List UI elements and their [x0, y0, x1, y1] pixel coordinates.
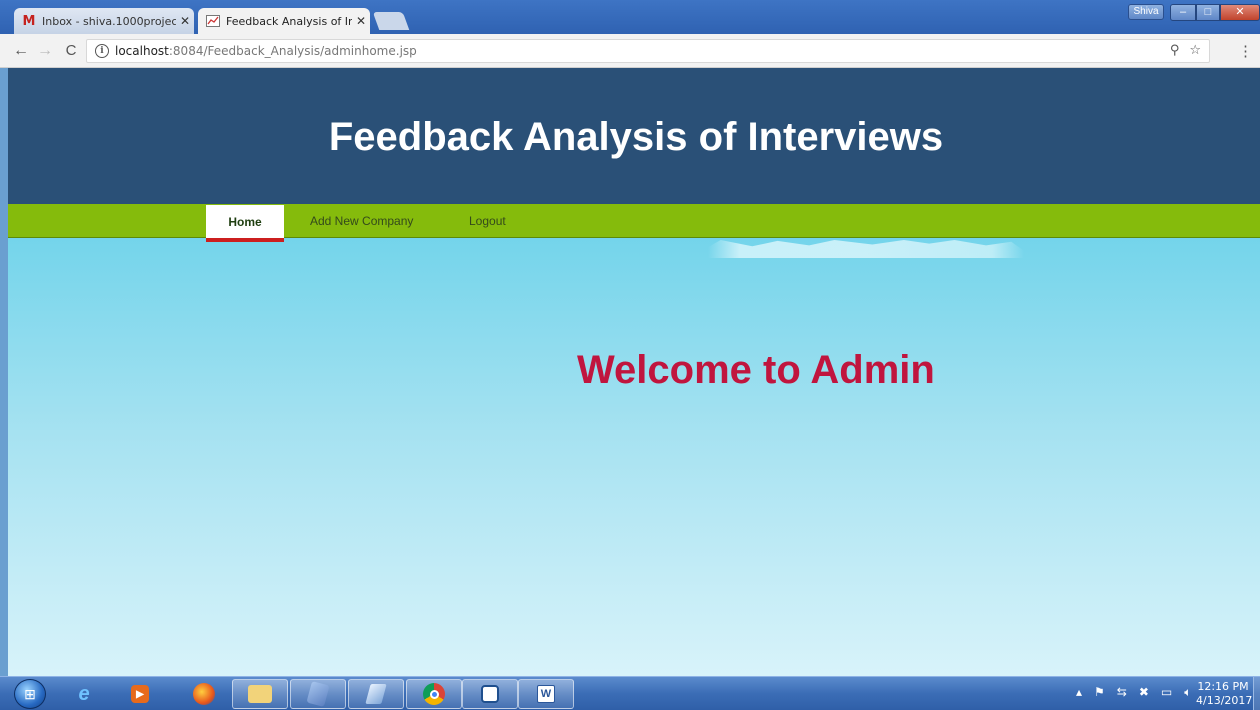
- nav-add-new-company[interactable]: Add New Company: [310, 204, 413, 238]
- file-explorer-icon[interactable]: [232, 679, 288, 709]
- show-desktop-button[interactable]: [1253, 677, 1260, 710]
- nav-logout[interactable]: Logout: [469, 204, 506, 238]
- site-title: Feedback Analysis of Interviews: [328, 115, 944, 159]
- clock-time: 12:16 PM: [1197, 680, 1249, 693]
- close-icon[interactable]: ✕: [176, 14, 194, 28]
- star-bookmark-icon[interactable]: ☆: [1189, 43, 1201, 58]
- web-page: Feedback Analysis of Interviews Home Add…: [8, 68, 1260, 676]
- monitor-icon[interactable]: ▭: [1161, 685, 1172, 700]
- key-icon[interactable]: ⚲: [1170, 43, 1180, 58]
- back-arrow-icon[interactable]: ←: [12, 41, 30, 61]
- windows-start-button[interactable]: ⊞: [14, 679, 46, 709]
- tab-gmail[interactable]: M Inbox - shiva.1000projec ✕: [14, 8, 194, 34]
- page-icon: [206, 15, 220, 27]
- system-tray: ▴ ⚑ ⇆ ✖ ▭ 🔈︎: [1076, 685, 1191, 700]
- browser-toolbar: ← → C i localhost:8084/Feedback_Analysis…: [0, 34, 1260, 68]
- media-player-icon[interactable]: ▶: [112, 679, 168, 709]
- cloud-decoration: [708, 240, 1024, 258]
- close-icon[interactable]: ✕: [352, 14, 370, 28]
- taskbar: ⊞ e ▶ W ▴ ⚑ ⇆ ✖ ▭ 🔈︎ 12:16 PM 4/13/2017: [0, 676, 1260, 710]
- internet-explorer-icon[interactable]: e: [56, 679, 112, 709]
- netbeans-icon[interactable]: [290, 679, 346, 709]
- action-center-flag-icon[interactable]: ⚑: [1094, 685, 1105, 700]
- clock-date: 4/13/2017: [1196, 694, 1253, 707]
- welcome-heading: Welcome to Admin: [577, 348, 935, 392]
- tab-title: Inbox - shiva.1000projec: [42, 14, 176, 28]
- info-icon[interactable]: i: [95, 44, 109, 58]
- nav-home[interactable]: Home: [206, 205, 284, 242]
- taskbar-clock[interactable]: 12:16 PM 4/13/2017: [1196, 680, 1253, 708]
- window-close-button[interactable]: ✕: [1220, 4, 1260, 21]
- address-bar[interactable]: i localhost:8084/Feedback_Analysis/admin…: [86, 39, 1210, 63]
- security-shield-icon[interactable]: ✖: [1139, 685, 1149, 700]
- minimize-button[interactable]: –: [1170, 4, 1196, 21]
- reload-icon[interactable]: C: [62, 41, 80, 61]
- url-text: localhost:8084/Feedback_Analysis/adminho…: [115, 44, 417, 58]
- tab-title: Feedback Analysis of Inte: [226, 14, 352, 28]
- new-tab-button[interactable]: [372, 12, 410, 30]
- word-icon[interactable]: W: [518, 679, 574, 709]
- browser-tab-strip: M Inbox - shiva.1000projec ✕ Feedback An…: [0, 0, 1260, 34]
- show-hidden-icons-icon[interactable]: ▴: [1076, 685, 1082, 700]
- virtualbox-icon[interactable]: [462, 679, 518, 709]
- tab-feedback-analysis[interactable]: Feedback Analysis of Inte ✕: [198, 8, 370, 34]
- forward-arrow-icon[interactable]: →: [36, 41, 54, 61]
- maximize-button[interactable]: □: [1196, 4, 1220, 21]
- network-icon[interactable]: ⇆: [1117, 685, 1127, 700]
- site-nav-bar: Home Add New Company Logout: [8, 204, 1260, 242]
- firefox-icon[interactable]: [176, 679, 232, 709]
- gmail-icon: M: [22, 13, 36, 29]
- url-host: localhost: [115, 44, 169, 58]
- volume-icon[interactable]: 🔈︎: [1184, 685, 1191, 700]
- kebab-menu-icon[interactable]: ⋮: [1238, 42, 1253, 60]
- notepad-icon[interactable]: [348, 679, 404, 709]
- chrome-icon[interactable]: [406, 679, 462, 709]
- url-path: :8084/Feedback_Analysis/adminhome.jsp: [168, 44, 417, 58]
- profile-button[interactable]: Shiva: [1128, 4, 1164, 20]
